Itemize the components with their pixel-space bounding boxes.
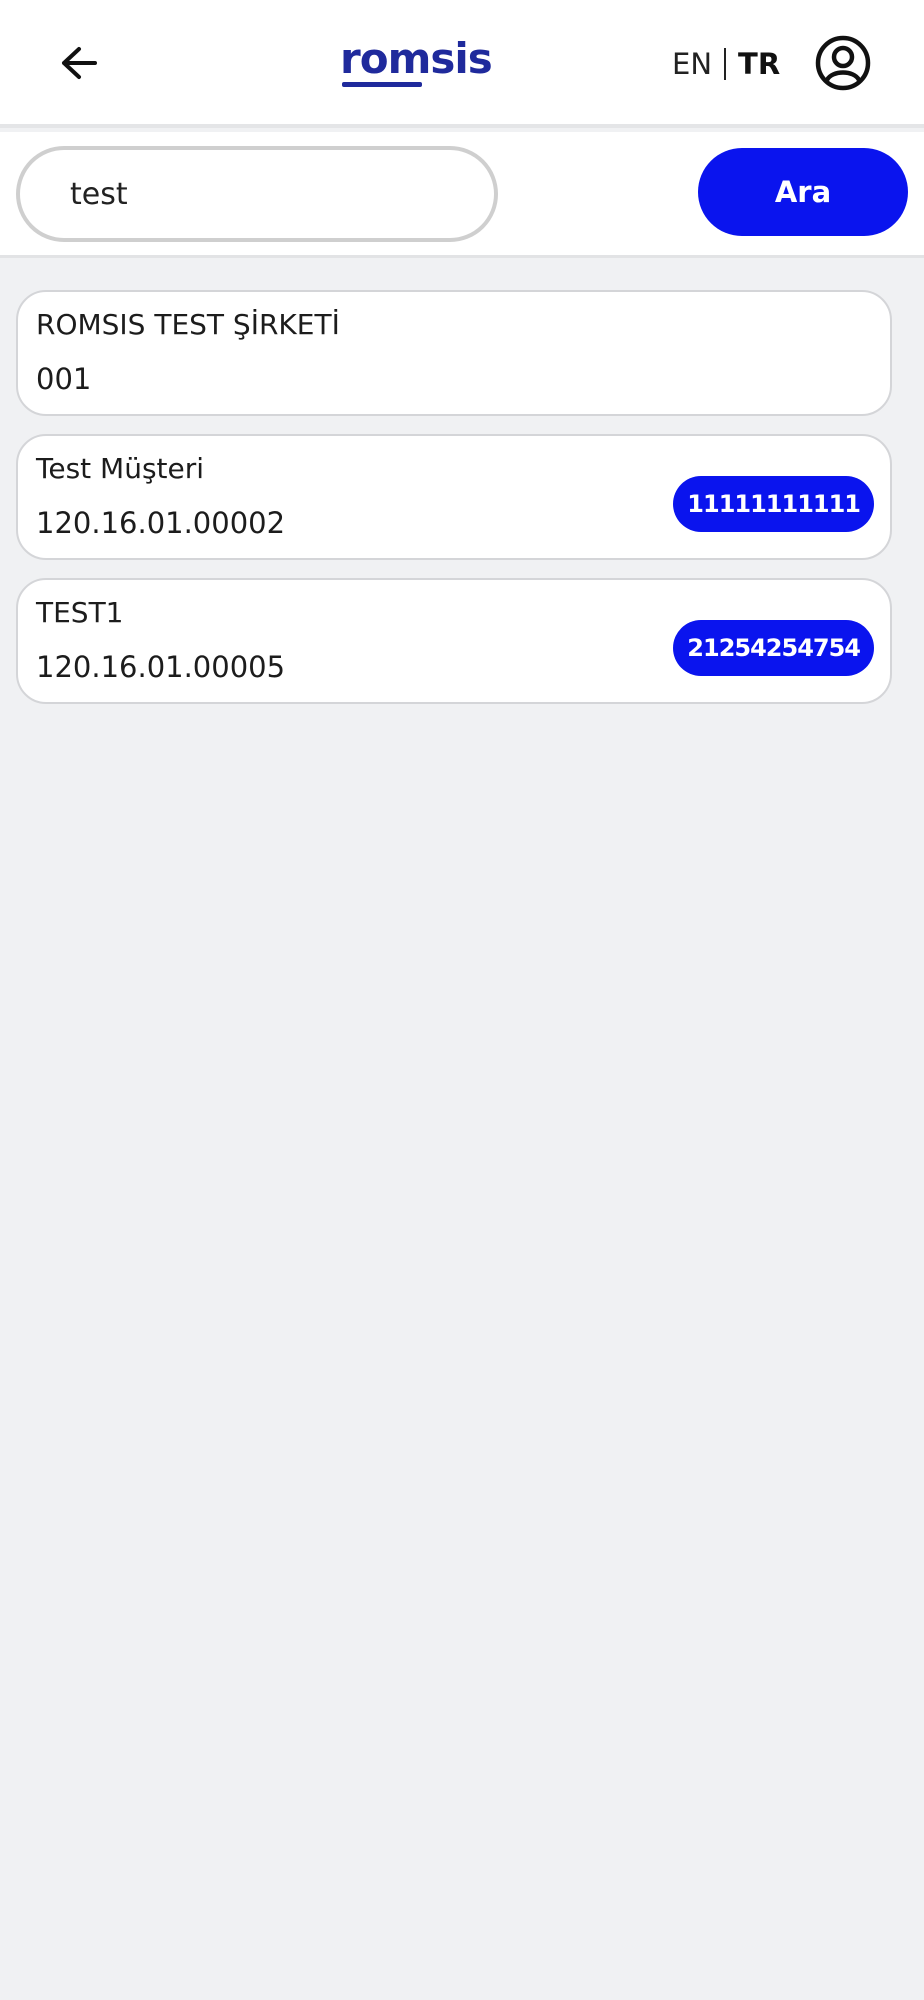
- customer-code: 120.16.01.00002: [36, 506, 286, 540]
- logo-underline: [342, 82, 422, 87]
- tax-number-badge: 21254254754: [673, 620, 874, 676]
- language-switcher: EN TR: [672, 44, 780, 84]
- lang-tr-option[interactable]: TR: [738, 47, 780, 81]
- search-bar: Ara: [0, 132, 924, 258]
- search-input[interactable]: [16, 146, 498, 242]
- search-button[interactable]: Ara: [698, 148, 908, 236]
- customer-code: 001: [36, 362, 92, 396]
- lang-divider: [724, 48, 727, 80]
- list-item[interactable]: TEST1 120.16.01.00005 21254254754: [16, 578, 892, 704]
- customer-name: TEST1: [36, 596, 124, 629]
- customer-name: Test Müşteri: [36, 452, 205, 485]
- customer-code: 120.16.01.00005: [36, 650, 286, 684]
- arrow-left-icon: [62, 47, 97, 79]
- back-button[interactable]: [56, 40, 102, 86]
- tax-number-badge: 11111111111: [673, 476, 874, 532]
- customer-name: ROMSIS TEST ŞİRKETİ: [36, 308, 340, 341]
- user-icon: [815, 35, 871, 91]
- results-list: ROMSIS TEST ŞİRKETİ 001 Test Müşteri 120…: [16, 290, 892, 722]
- user-profile-button[interactable]: [814, 34, 872, 92]
- app-header: romsis EN TR: [0, 0, 924, 128]
- list-item[interactable]: ROMSIS TEST ŞİRKETİ 001: [16, 290, 892, 416]
- list-item[interactable]: Test Müşteri 120.16.01.00002 11111111111: [16, 434, 892, 560]
- lang-en-option[interactable]: EN: [672, 47, 712, 81]
